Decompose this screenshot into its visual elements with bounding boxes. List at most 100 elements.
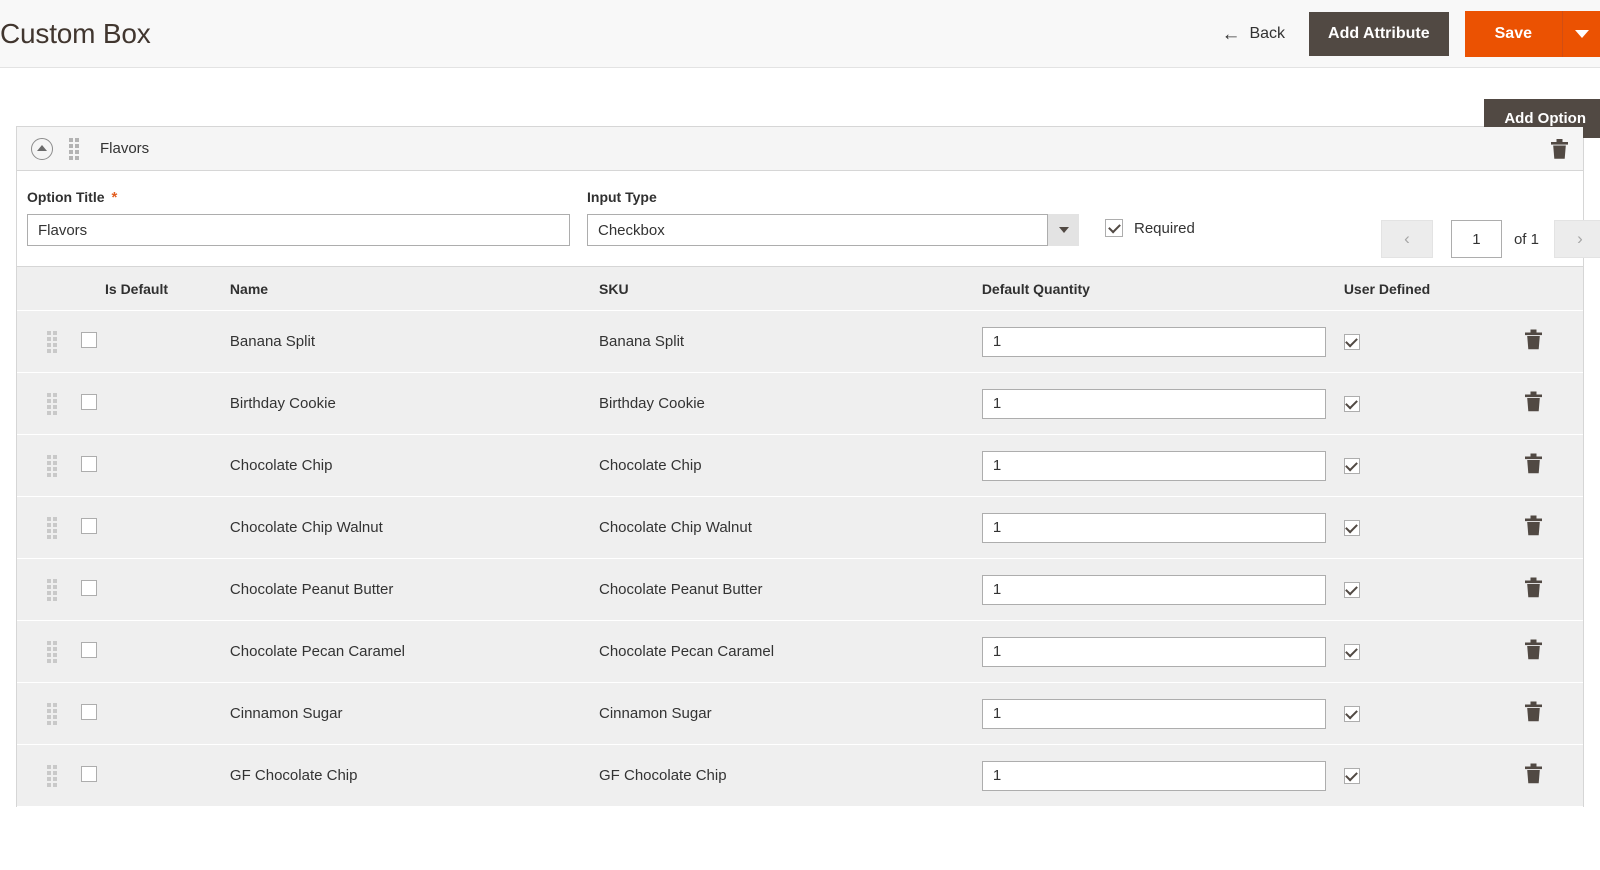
row-user-defined-cell (1326, 683, 1524, 745)
input-type-select[interactable]: Checkbox (587, 214, 1079, 246)
row-name-cell: Chocolate Peanut Butter (216, 559, 591, 621)
chevron-left-icon: ‹ (1404, 229, 1410, 249)
row-delete-button[interactable] (1524, 639, 1543, 660)
user-defined-checkbox[interactable] (1344, 644, 1360, 660)
user-defined-checkbox[interactable] (1344, 334, 1360, 350)
column-drag (17, 267, 57, 311)
row-delete-button[interactable] (1524, 391, 1543, 412)
option-title-field: Option Title * (27, 189, 570, 246)
row-delete-button[interactable] (1524, 577, 1543, 598)
is-default-checkbox[interactable] (81, 518, 97, 534)
trash-icon (1550, 138, 1569, 159)
default-quantity-input[interactable] (982, 389, 1326, 419)
is-default-checkbox[interactable] (81, 456, 97, 472)
save-dropdown-toggle[interactable] (1562, 11, 1600, 57)
row-is-default-cell (57, 683, 216, 745)
option-delete-button[interactable] (1550, 138, 1569, 159)
required-label: Required (1134, 220, 1195, 237)
drag-handle-icon[interactable] (69, 138, 79, 160)
default-quantity-input[interactable] (982, 513, 1326, 543)
user-defined-checkbox[interactable] (1344, 582, 1360, 598)
table-row: Chocolate Chip Walnut Chocolate Chip Wal… (17, 497, 1583, 559)
trash-icon (1524, 453, 1543, 474)
row-drag-cell (17, 683, 57, 745)
row-is-default-cell (57, 435, 216, 497)
user-defined-checkbox[interactable] (1344, 706, 1360, 722)
option-title-input[interactable] (27, 214, 570, 246)
row-drag-cell (17, 559, 57, 621)
input-type-selected-value[interactable]: Checkbox (587, 214, 1079, 246)
user-defined-checkbox[interactable] (1344, 396, 1360, 412)
drag-handle-icon[interactable] (47, 703, 57, 725)
option-title-label: Option Title * (27, 189, 570, 205)
row-drag-cell (17, 435, 57, 497)
row-delete-button[interactable] (1524, 701, 1543, 722)
drag-handle-icon[interactable] (47, 331, 57, 353)
user-defined-checkbox[interactable] (1344, 520, 1360, 536)
back-button[interactable]: ← Back (1221, 25, 1285, 44)
row-sku-cell: GF Chocolate Chip (591, 745, 976, 807)
row-actions-cell (1524, 373, 1583, 435)
drag-handle-icon[interactable] (47, 455, 57, 477)
is-default-checkbox[interactable] (81, 704, 97, 720)
chevron-up-circle-icon[interactable] (31, 138, 53, 160)
row-drag-cell (17, 311, 57, 373)
input-type-label: Input Type (587, 189, 1079, 205)
default-quantity-input[interactable] (982, 575, 1326, 605)
row-name-cell: Cinnamon Sugar (216, 683, 591, 745)
table-header: Is Default Name SKU Default Quantity Use… (17, 267, 1583, 311)
option-panel-title: Flavors (100, 140, 149, 157)
row-delete-button[interactable] (1524, 329, 1543, 350)
row-user-defined-cell (1326, 311, 1524, 373)
row-is-default-cell (57, 559, 216, 621)
drag-handle-icon[interactable] (47, 517, 57, 539)
table-row: Banana Split Banana Split (17, 311, 1583, 373)
page-header: Custom Box ← Back Add Attribute Save (0, 0, 1600, 68)
trash-icon (1524, 329, 1543, 350)
add-attribute-button[interactable]: Add Attribute (1309, 12, 1449, 56)
default-quantity-input[interactable] (982, 761, 1326, 791)
caret-down-icon (1575, 30, 1589, 38)
save-button[interactable]: Save (1465, 11, 1562, 57)
row-delete-button[interactable] (1524, 453, 1543, 474)
is-default-checkbox[interactable] (81, 332, 97, 348)
trash-icon (1524, 391, 1543, 412)
row-drag-cell (17, 621, 57, 683)
drag-handle-icon[interactable] (47, 579, 57, 601)
pagination-page-input[interactable] (1451, 220, 1502, 258)
default-quantity-input[interactable] (982, 327, 1326, 357)
drag-handle-icon[interactable] (47, 765, 57, 787)
is-default-checkbox[interactable] (81, 394, 97, 410)
is-default-checkbox[interactable] (81, 580, 97, 596)
is-default-checkbox[interactable] (81, 766, 97, 782)
option-panel-header: Flavors (17, 127, 1583, 171)
pagination-next-button[interactable]: › (1554, 220, 1600, 258)
row-is-default-cell (57, 745, 216, 807)
table-header-row: Is Default Name SKU Default Quantity Use… (17, 267, 1583, 311)
chevron-right-icon: › (1577, 229, 1583, 249)
user-defined-checkbox[interactable] (1344, 458, 1360, 474)
row-name-cell: Chocolate Chip (216, 435, 591, 497)
required-checkbox[interactable] (1105, 219, 1123, 237)
default-quantity-input[interactable] (982, 699, 1326, 729)
is-default-checkbox[interactable] (81, 642, 97, 658)
default-quantity-input[interactable] (982, 451, 1326, 481)
row-quantity-cell (976, 745, 1326, 807)
row-actions-cell (1524, 435, 1583, 497)
option-panel: Flavors Option Title * Input Type (16, 126, 1584, 807)
row-delete-button[interactable] (1524, 515, 1543, 536)
user-defined-checkbox[interactable] (1344, 768, 1360, 784)
column-user-defined: User Defined (1326, 267, 1524, 311)
row-drag-cell (17, 497, 57, 559)
drag-handle-icon[interactable] (47, 393, 57, 415)
row-delete-button[interactable] (1524, 763, 1543, 784)
default-quantity-input[interactable] (982, 637, 1326, 667)
column-name: Name (216, 267, 591, 311)
row-user-defined-cell (1326, 497, 1524, 559)
header-actions: ← Back Add Attribute Save (1221, 0, 1600, 68)
drag-handle-icon[interactable] (47, 641, 57, 663)
pagination-previous-button[interactable]: ‹ (1381, 220, 1433, 258)
input-type-dropdown-toggle[interactable] (1047, 214, 1079, 246)
content-area: Add Option ‹ of 1 › Flavors (0, 68, 1600, 807)
row-user-defined-cell (1326, 559, 1524, 621)
